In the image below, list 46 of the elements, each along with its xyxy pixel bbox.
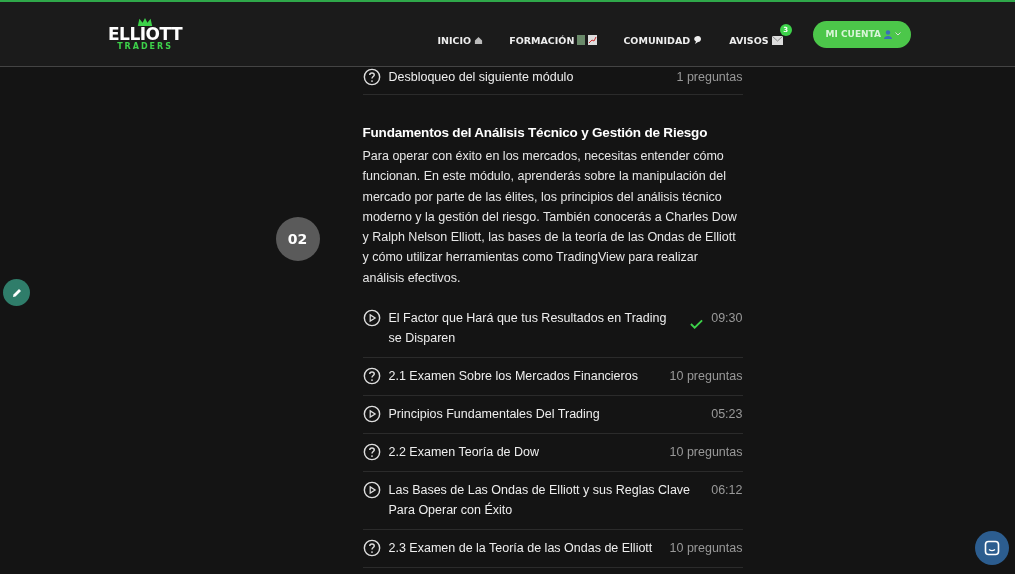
caret-icon — [895, 32, 901, 36]
question-icon — [362, 539, 381, 558]
lesson-row[interactable]: Desbloqueo del siguiente módulo 1 preguntas — [362, 67, 743, 95]
module-title: Fundamentos del Análisis Técnico y Gestión de Riesgo — [362, 125, 709, 140]
play-icon — [362, 405, 381, 424]
lesson-title: 2.3 Examen de la Teoría de las Ondas de Elliott — [388, 540, 654, 558]
nav-link[interactable]: COMUNIDAD — [623, 22, 713, 46]
module-description: Para operar con éxito en los mercados, necesitas entender cómo funcionan. En este módulo, aprenderás sobre la manipulación del mercado por parte de las élites, los principios del análisis técnico moderno y la gestión del riesgo. También conocerás a Charles Dow y Ralph Nelson Elliott, las bases de la teoría de las Ondas de Elliott y cómo utilizar herramientas como TradingView para realizar análisis efectivos. — [362, 148, 738, 287]
chat-button[interactable] — [975, 531, 1009, 565]
lesson-title: Las Bases de Las Ondas de Elliott y sus Reglas Clave Para Operar con Éxito — [388, 482, 692, 520]
house-icon — [474, 35, 484, 45]
question-icon — [362, 367, 381, 386]
nav-link[interactable]: INICIO — [437, 22, 493, 46]
question-icon — [362, 443, 381, 462]
lesson-title: 2.1 Examen Sobre los Mercados Financieros — [388, 368, 639, 386]
lesson-meta: 09:30 — [711, 310, 743, 328]
edit-button[interactable] — [3, 279, 30, 306]
module-number: 02 — [275, 217, 320, 261]
lesson-row[interactable]: Las Bases de Las Ondas de Elliott y sus Reglas Clave Para Operar con Éxito 06:12 — [362, 472, 743, 531]
question-icon — [362, 68, 381, 86]
play-icon — [362, 309, 381, 328]
lesson-row[interactable]: 2.3 Examen de la Teoría de las Ondas de Elliott 10 preguntas — [362, 530, 743, 569]
lesson-title: Desbloqueo del siguiente módulo — [388, 69, 575, 86]
lesson-title: Principios Fundamentales Del Trading — [388, 406, 601, 424]
chat-icon — [984, 540, 1000, 556]
lesson-row[interactable]: Principios Fundamentales Del Trading 05:23 — [362, 396, 743, 435]
logo[interactable]: ELLIOTT TRADERS — [108, 17, 183, 51]
lesson-meta: 10 preguntas — [669, 540, 743, 558]
lesson-meta: 10 preguntas — [669, 368, 743, 386]
lesson-meta: 1 preguntas — [676, 69, 743, 86]
lesson-title: El Factor que Hará que tus Resultados en Trading se Disparen — [388, 310, 668, 348]
speech-bubble-icon — [693, 35, 704, 45]
lesson-meta: 06:12 — [711, 482, 743, 500]
user-icon — [884, 29, 892, 39]
lesson-row[interactable]: 2.2 Examen Teoría de Dow 10 preguntas — [362, 434, 743, 473]
lesson-row[interactable]: El Factor que Hará que tus Resultados en Trading se Disparen 09:30 — [362, 300, 743, 359]
lesson-title: 2.2 Examen Teoría de Dow — [388, 444, 541, 462]
nav-link[interactable]: FORMACIÓN — [509, 22, 607, 46]
pencil-icon — [10, 286, 23, 299]
lesson-row[interactable]: 2.1 Examen Sobre los Mercados Financieros 10 preguntas — [362, 358, 743, 397]
lesson-meta: 10 preguntas — [669, 444, 743, 462]
book-chart-icon — [577, 35, 598, 45]
crown-icon — [137, 17, 154, 27]
play-icon — [362, 481, 381, 500]
lesson-meta: 05:23 — [711, 406, 743, 424]
envelope-icon — [771, 35, 783, 45]
